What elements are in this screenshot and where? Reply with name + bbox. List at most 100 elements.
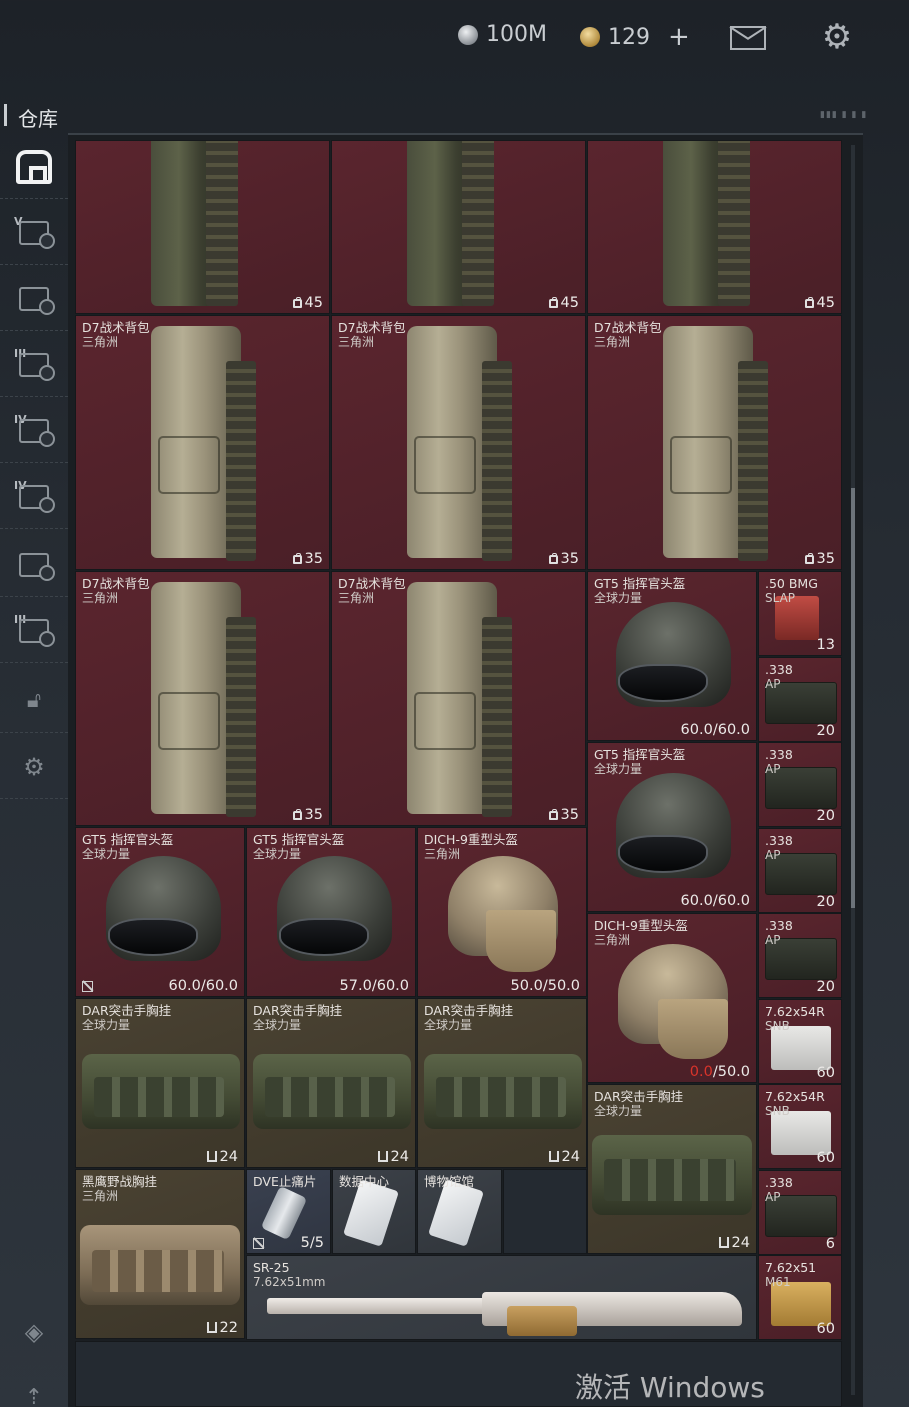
backpack-pocket — [670, 436, 732, 494]
inventory-item-museum-card[interactable]: 博物馆馆 — [417, 1169, 502, 1254]
level-3-weapon-icon — [19, 352, 55, 381]
sidebar-item-warehouse[interactable] — [0, 135, 68, 199]
item-name: GT5 指挥官头盔 — [594, 576, 686, 591]
inventory-item-hawk-rig[interactable]: 黑鹰野战胸挂 三角洲 22 — [75, 1169, 245, 1339]
ammo-count: 13 — [816, 637, 835, 653]
inventory-item-gt5-helmet[interactable]: GT5 指挥官头盔 全球力量 60.0/60.0 — [75, 827, 245, 997]
inventory-item-ammo[interactable]: .338 AP 20 — [758, 828, 842, 913]
ammo-name: 7.62x54R — [765, 1004, 825, 1019]
backpack-strap — [226, 617, 256, 817]
mail-icon[interactable] — [730, 26, 766, 50]
inventory-item-dar-rig[interactable]: DAR突击手胸挂 全球力量 24 — [246, 998, 416, 1168]
item-source: 三角洲 — [82, 1189, 119, 1203]
ammo-name: .338 — [765, 1175, 793, 1190]
item-source: 三角洲 — [82, 591, 119, 605]
sidebar: V III IV IV III 🔓︎ ⚙ ◈ ⇡ — [0, 135, 68, 1407]
inventory-item-data-card[interactable]: 数据中心 — [332, 1169, 416, 1254]
capacity-badge: 45 — [292, 295, 323, 311]
inventory-item-ammo[interactable]: 7.62x51 M61 60 — [758, 1255, 842, 1340]
inventory-item-d7-backpack[interactable]: D7战术背包 三角洲 35 — [331, 571, 586, 826]
item-name: DAR突击手胸挂 — [253, 1003, 343, 1018]
capacity-badge: 22 — [206, 1320, 238, 1336]
layers-icon: ◈ — [24, 1318, 44, 1346]
backpack-strap — [226, 361, 256, 561]
sidebar-item-settings[interactable]: ⚙ — [0, 735, 68, 799]
inventory-item-dich9-helmet[interactable]: DICH-9重型头盔 三角洲 0.0/50.0 — [587, 913, 757, 1083]
add-currency-button[interactable]: + — [668, 22, 690, 52]
inventory-item-gt5-helmet[interactable]: GT5 指挥官头盔 全球力量 60.0/60.0 — [587, 571, 757, 741]
data-card-image — [343, 1179, 399, 1247]
backpack-strap — [206, 141, 238, 306]
inventory-item-dar-rig[interactable]: DAR突击手胸挂 全球力量 24 — [417, 998, 587, 1168]
sidebar-item-level3[interactable]: III — [0, 333, 68, 397]
item-source: 全球力量 — [253, 847, 302, 861]
inventory-item-backpack[interactable]: 45 — [75, 140, 330, 314]
inventory-item-sr25-rifle[interactable]: SR-25 7.62x51mm — [246, 1255, 757, 1340]
inventory-item-ammo[interactable]: .338 AP 20 — [758, 913, 842, 998]
inventory-item-d7-backpack[interactable]: D7战术背包 三角洲 35 — [331, 315, 586, 570]
sidebar-item-unlock[interactable]: 🔓︎ — [0, 669, 68, 733]
item-name: GT5 指挥官头盔 — [253, 832, 345, 847]
inventory-item-ammo[interactable]: .338 AP 6 — [758, 1170, 842, 1255]
inventory-item-painkiller[interactable]: DVE止痛片 5/5 — [246, 1169, 331, 1254]
ammo-name: 7.62x51 — [765, 1260, 817, 1275]
sidebar-item-supply[interactable] — [0, 533, 68, 597]
inventory-item-gt5-helmet[interactable]: GT5 指挥官头盔 全球力量 60.0/60.0 — [587, 742, 757, 912]
item-name: D7战术背包 — [82, 576, 150, 591]
sidebar-item-medical[interactable] — [0, 267, 68, 331]
ammo-type: AP — [765, 848, 781, 862]
inventory-item-ammo[interactable]: .50 BMG SLAP 13 — [758, 571, 842, 656]
header-right-label: ▮▮▮ ▮ ▮ ▮ — [820, 110, 868, 120]
inventory-item-dich9-helmet[interactable]: DICH-9重型头盔 三角洲 50.0/50.0 — [417, 827, 587, 997]
rig-pouches — [92, 1250, 224, 1292]
sidebar-item-level4[interactable]: IV — [0, 399, 68, 463]
inventory-item-d7-backpack[interactable]: D7战术背包 三角洲 35 — [75, 571, 330, 826]
item-source: 全球力量 — [594, 591, 643, 605]
settings-gear-icon[interactable]: ⚙ — [820, 20, 854, 54]
museum-card-image — [428, 1179, 484, 1247]
inventory-item-backpack[interactable]: 45 — [331, 140, 586, 314]
upload-icon: ⇡ — [24, 1384, 44, 1407]
inventory-item-dar-rig[interactable]: DAR突击手胸挂 全球力量 24 — [587, 1084, 757, 1254]
ammo-name: 7.62x54R — [765, 1089, 825, 1104]
inventory-item-gt5-helmet[interactable]: GT5 指挥官头盔 全球力量 57.0/60.0 — [246, 827, 416, 997]
capacity-badge: 24 — [718, 1235, 750, 1251]
inventory-item-ammo[interactable]: .338 AP 20 — [758, 657, 842, 742]
inventory-item-ammo[interactable]: 7.62x54R SNB 60 — [758, 1084, 842, 1169]
inventory-item-ammo[interactable]: .338 AP 20 — [758, 742, 842, 827]
ammo-name: .338 — [765, 747, 793, 762]
durability-value: 0.0/50.0 — [689, 1064, 750, 1080]
item-name: DVE止痛片 — [253, 1174, 317, 1189]
unlock-icon: 🔓︎ — [26, 688, 42, 713]
inventory-item-d7-backpack[interactable]: D7战术背包 三角洲 35 — [587, 315, 842, 570]
ammo-type: AP — [765, 677, 781, 691]
ammo-count: 20 — [816, 808, 835, 824]
sidebar-item-layers[interactable]: ◈ — [0, 1300, 68, 1364]
item-name: DAR突击手胸挂 — [594, 1089, 684, 1104]
item-name: 黑鹰野战胸挂 — [82, 1174, 158, 1189]
inventory-item-dar-rig[interactable]: DAR突击手胸挂 全球力量 24 — [75, 998, 245, 1168]
ammo-type: AP — [765, 1190, 781, 1204]
item-name: DICH-9重型头盔 — [424, 832, 518, 847]
scrollbar-thumb[interactable] — [851, 488, 855, 908]
inventory-item-ammo[interactable]: 7.62x54R SNB 60 — [758, 999, 842, 1084]
sidebar-item-upload[interactable]: ⇡ — [0, 1365, 68, 1407]
page-title: 仓库 — [18, 107, 58, 131]
backpack-strap — [482, 361, 512, 561]
ammo-name: .50 BMG — [765, 576, 818, 591]
sidebar-item-level4-folder[interactable]: IV — [0, 465, 68, 529]
top-bar: 100M 129 + ⚙ — [0, 0, 909, 78]
ammo-type: SLAP — [765, 591, 796, 605]
backpack-strap — [738, 361, 768, 561]
ammo-count: 60 — [816, 1321, 835, 1337]
unbound-icon — [82, 981, 93, 992]
sidebar-item-level5[interactable]: V — [0, 201, 68, 265]
capacity-badge: 35 — [548, 551, 579, 567]
inventory-item-backpack[interactable]: 45 — [587, 140, 842, 314]
backpack-pocket — [158, 692, 220, 750]
sidebar-item-level3-supply[interactable]: III — [0, 599, 68, 663]
rig-pouches — [604, 1159, 736, 1201]
empty-slot[interactable] — [503, 1169, 587, 1254]
capacity-badge: 24 — [377, 1149, 409, 1165]
inventory-item-d7-backpack[interactable]: D7战术背包 三角洲 35 — [75, 315, 330, 570]
